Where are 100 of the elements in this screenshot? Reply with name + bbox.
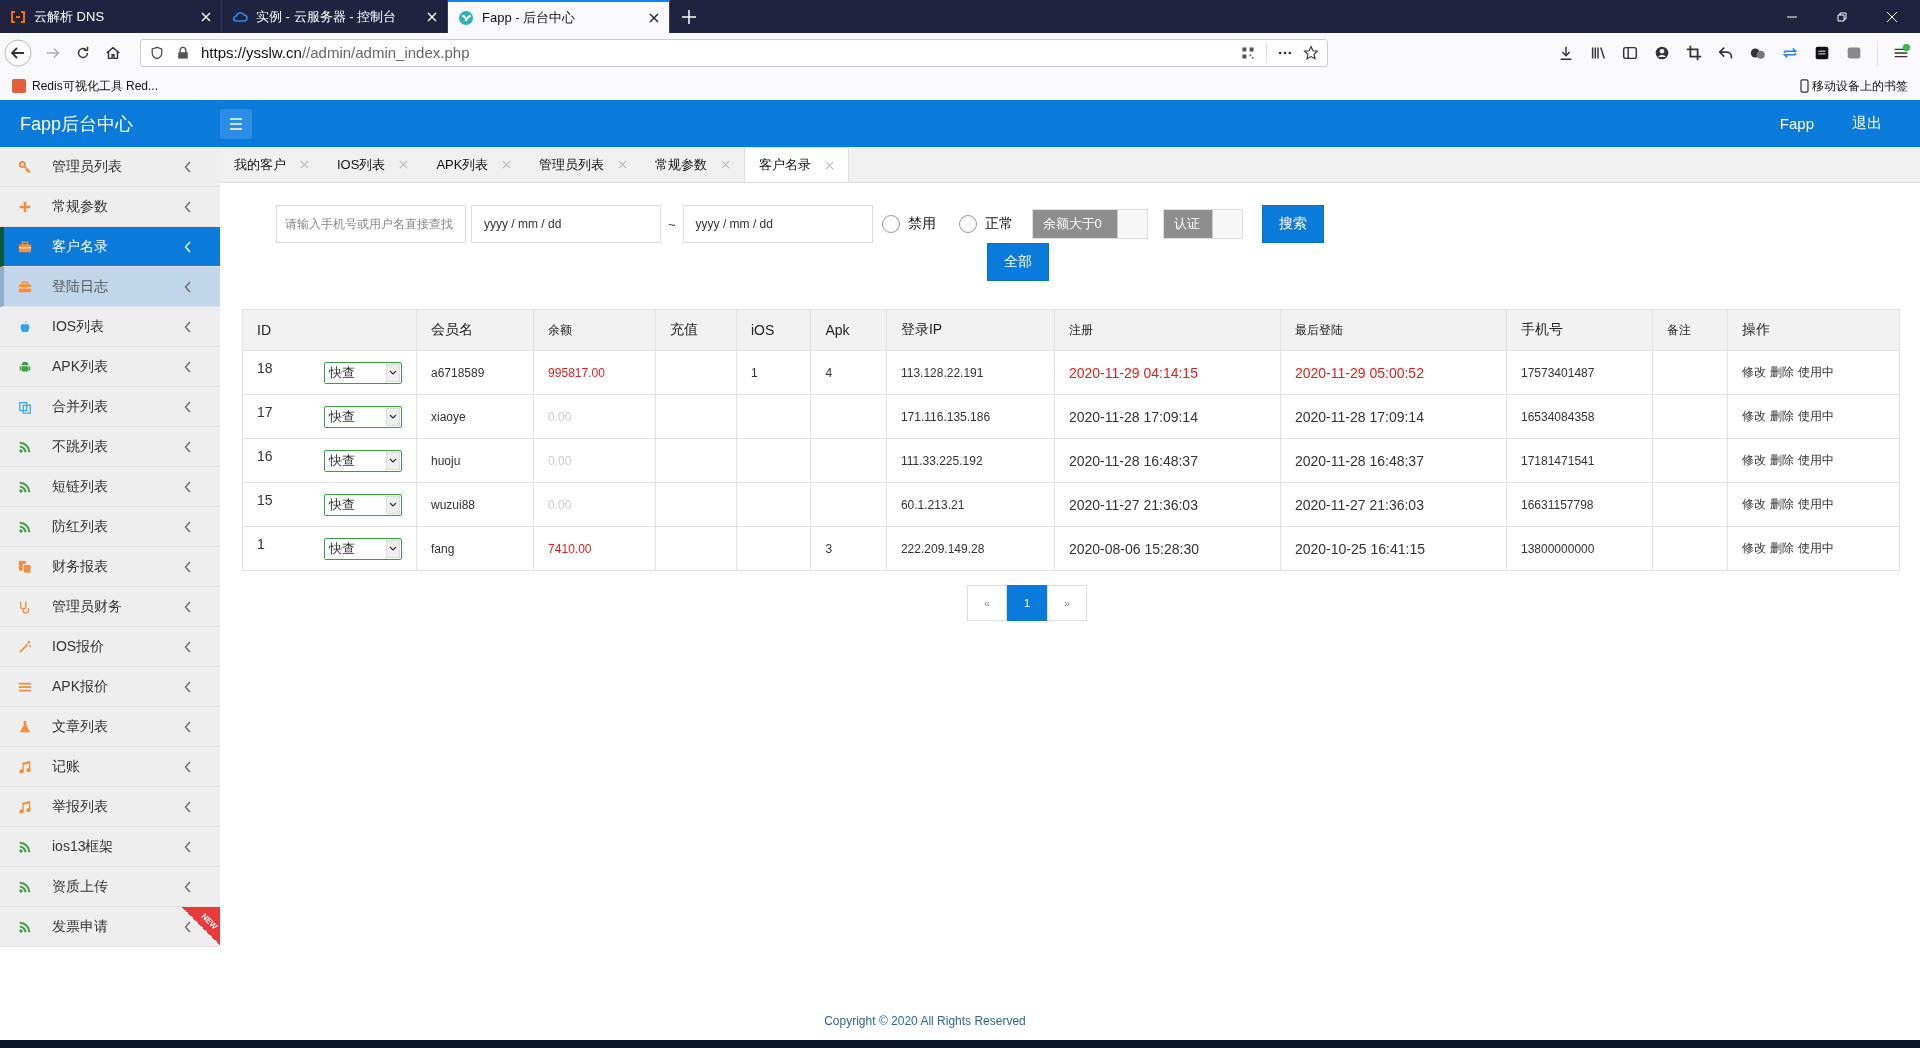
sidebar-item[interactable]: APK列表 — [0, 347, 220, 387]
quick-select[interactable]: 快查 — [324, 537, 402, 560]
date-field[interactable]: yyyy / mm / dd — [682, 205, 873, 243]
tab-title: 云解析 DNS — [34, 7, 106, 26]
table-cell: 2020-10-25 16:41:15 — [1294, 540, 1425, 557]
page-tab[interactable]: APK列表 — [422, 147, 526, 182]
phone-icon — [1800, 79, 1809, 93]
sidebar-item[interactable]: 登陆日志 — [0, 267, 220, 307]
table-cell: 17573401487 — [1521, 365, 1595, 380]
sidebar-item[interactable]: ios13框架 — [0, 827, 220, 867]
search-button[interactable]: 搜索 — [1261, 205, 1324, 243]
quick-select[interactable]: 快查 — [324, 449, 402, 472]
page-tab[interactable]: 我的客户 — [220, 147, 323, 182]
rss-icon — [18, 519, 32, 534]
sidebar-item[interactable]: 记账 — [0, 747, 220, 787]
sidebar-label: 管理员列表 — [52, 157, 123, 176]
radio-option[interactable]: 禁用 — [881, 215, 936, 233]
action-link[interactable]: 修改 — [1741, 452, 1766, 469]
new-tab-icon[interactable] — [682, 9, 696, 24]
action-link[interactable]: 使用中 — [1797, 364, 1834, 381]
column-header: 充值 — [670, 321, 698, 337]
qr-code-icon[interactable] — [1240, 44, 1256, 61]
quick-select[interactable]: 快查 — [324, 493, 402, 516]
page-link[interactable]: » — [1047, 585, 1087, 621]
action-link[interactable]: 修改 — [1741, 540, 1766, 557]
browser-tab[interactable]: Fapp - 后台中心 — [448, 0, 670, 33]
action-link[interactable]: 使用中 — [1797, 496, 1834, 513]
action-link[interactable]: 使用中 — [1797, 540, 1834, 557]
sidebar-label: 记账 — [52, 757, 81, 776]
page-tab[interactable]: IOS列表 — [323, 147, 423, 182]
column-header: 操作 — [1741, 321, 1770, 337]
radio-option[interactable]: 正常 — [958, 215, 1013, 233]
action-link[interactable]: 删除 — [1769, 408, 1794, 425]
action-link[interactable]: 删除 — [1769, 496, 1794, 513]
action-link[interactable]: 使用中 — [1797, 452, 1834, 469]
dropdown-arrow-icon[interactable] — [386, 363, 400, 382]
sidebar-item[interactable]: 文章列表 — [0, 707, 220, 747]
action-link[interactable]: 修改 — [1741, 364, 1766, 381]
dropdown-arrow-icon[interactable] — [386, 451, 400, 470]
star-icon[interactable] — [1303, 44, 1319, 61]
all-button[interactable]: 全部 — [987, 243, 1049, 281]
stethoscope-icon — [18, 599, 32, 614]
page-tab[interactable]: 管理员列表 — [525, 147, 642, 182]
dropdown-arrow-icon[interactable] — [386, 407, 400, 426]
dropdown-arrow-icon[interactable] — [386, 539, 400, 558]
toggle-knob[interactable] — [1211, 210, 1242, 238]
sidebar-item[interactable]: APK报价 — [0, 667, 220, 707]
tab-title: Fapp - 后台中心 — [482, 8, 577, 27]
restore-icon[interactable] — [1836, 10, 1848, 23]
sidebar-item[interactable]: IOS报价 — [0, 627, 220, 667]
sidebar-label: 客户名录 — [52, 237, 109, 256]
logout-link[interactable]: 退出 — [1852, 114, 1882, 133]
date-field[interactable]: yyyy / mm / dd — [471, 205, 661, 243]
sidebar-item[interactable]: 不跳列表 — [0, 427, 220, 467]
sidebar-item[interactable]: 短链列表 — [0, 467, 220, 507]
quick-select[interactable]: 快查 — [324, 405, 402, 428]
dropdown-arrow-icon[interactable] — [386, 495, 400, 514]
sidebar-label: 管理员财务 — [52, 597, 123, 616]
table-cell: 2020-11-29 04:14:15 — [1068, 364, 1198, 381]
chevron-icon — [184, 480, 192, 493]
action-link[interactable]: 删除 — [1769, 540, 1794, 557]
table-cell: 1 — [751, 365, 758, 380]
sidebar-item[interactable]: 举报列表 — [0, 787, 220, 827]
wand-icon — [18, 639, 32, 654]
sidebar-label: APK报价 — [52, 677, 109, 696]
sidebar-label: 财务报表 — [52, 557, 109, 576]
page-link[interactable]: 1 — [1007, 585, 1047, 621]
action-link[interactable]: 修改 — [1741, 496, 1766, 513]
back-icon[interactable] — [4, 38, 32, 67]
rss-icon — [18, 919, 32, 934]
crop-icon[interactable] — [1685, 43, 1703, 62]
chevron-icon — [184, 160, 192, 173]
column-header: 余额 — [548, 322, 573, 337]
column-header: 手机号 — [1521, 321, 1563, 337]
page-tab[interactable]: 客户名录 — [744, 147, 850, 182]
toggle-knob[interactable] — [1116, 210, 1147, 238]
sidebar-label: IOS报价 — [52, 637, 106, 656]
sidebar-item[interactable]: 防红列表 — [0, 507, 220, 547]
bookmark-item[interactable]: Redis可视化工具 Red... — [12, 77, 159, 95]
search-field[interactable]: 请输入手机号或用户名直接查找 — [276, 205, 466, 243]
user-link[interactable]: Fapp — [1779, 115, 1814, 132]
sidebar-item[interactable]: 客户名录 — [0, 227, 220, 267]
chevron-icon — [184, 360, 192, 373]
address-bar[interactable]: https://ysslw.cn//admin/admin_index.php — [140, 38, 1328, 67]
action-link[interactable]: 删除 — [1769, 364, 1794, 381]
sidebar-item[interactable]: 合并列表 — [0, 387, 220, 427]
sidebar-item[interactable]: IOS列表 — [0, 307, 220, 347]
action-link[interactable]: 删除 — [1769, 452, 1794, 469]
column-header: 备注 — [1666, 322, 1691, 337]
action-link[interactable]: 修改 — [1741, 408, 1766, 425]
close-icon[interactable] — [649, 12, 659, 23]
sidebar-item[interactable]: 资质上传 — [0, 867, 220, 907]
page-tab[interactable]: 常规参数 — [641, 147, 745, 182]
page-tab-label: 常规参数 — [655, 155, 708, 174]
action-link[interactable]: 使用中 — [1797, 408, 1834, 425]
sidebar-item[interactable]: 管理员财务 — [0, 587, 220, 627]
sidebar-item[interactable]: 财务报表 — [0, 547, 220, 587]
radio-label: 正常 — [984, 215, 1013, 233]
quick-select[interactable]: 快查 — [324, 361, 402, 384]
page-link[interactable]: « — [967, 585, 1007, 621]
